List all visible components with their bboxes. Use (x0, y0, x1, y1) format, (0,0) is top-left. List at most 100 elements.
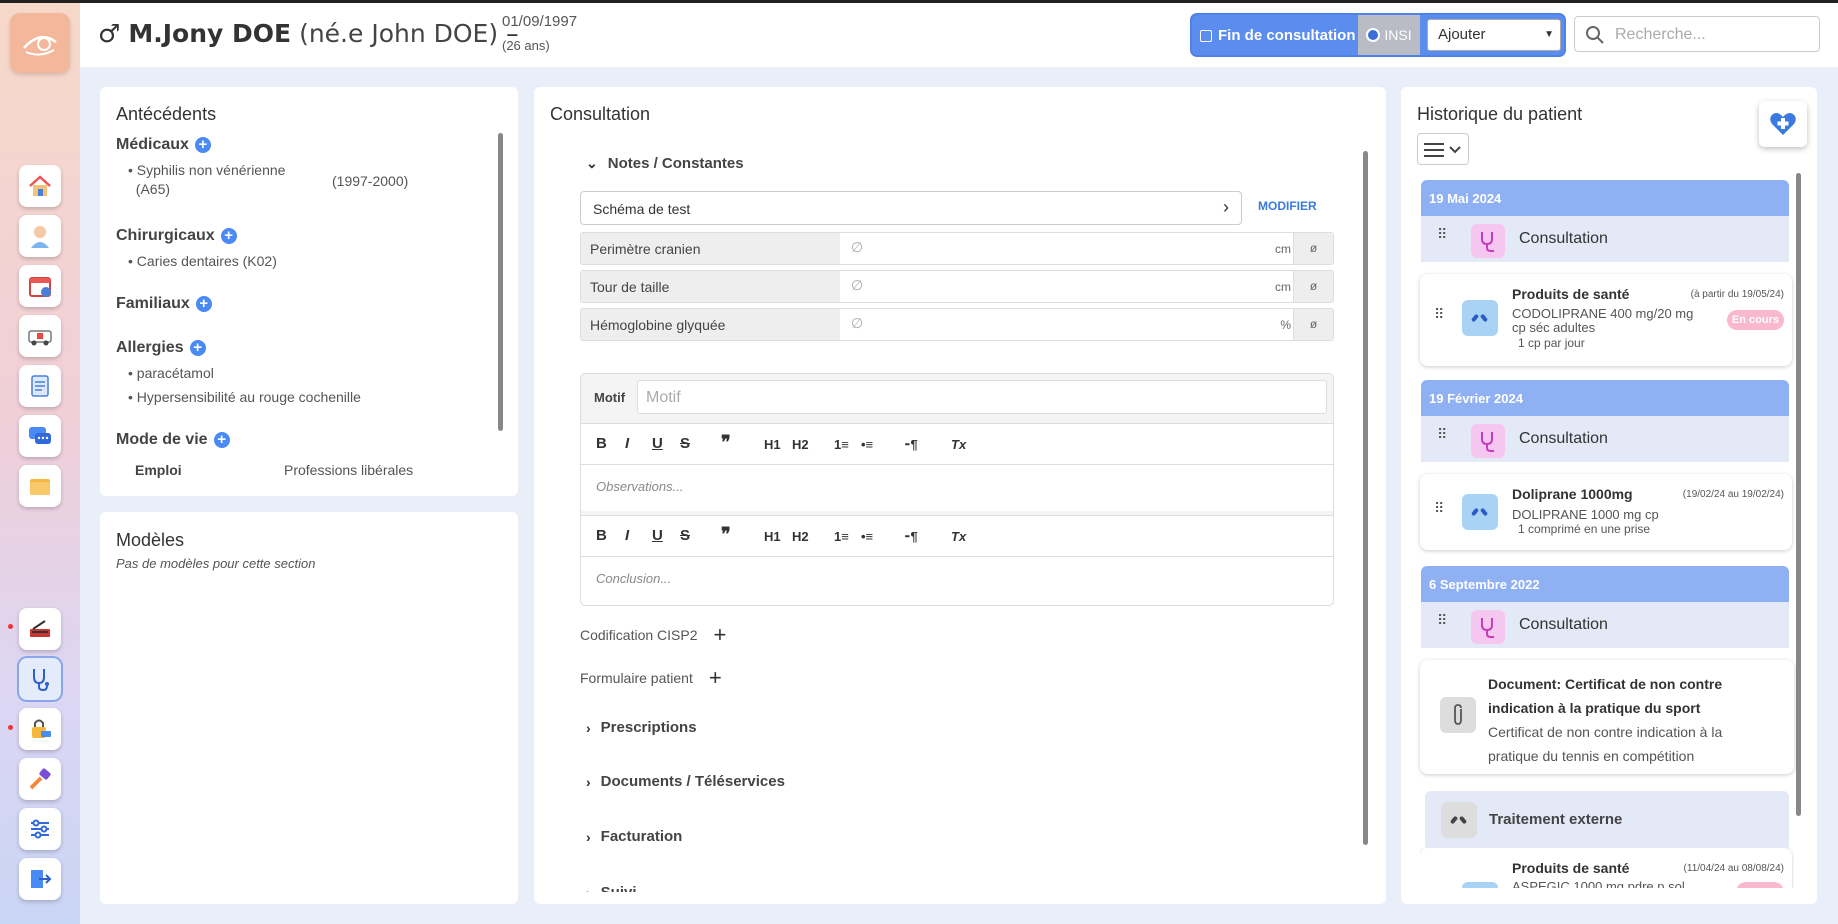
product-card[interactable]: ⠿ Produits de santé (à partir du 19/05/2… (1420, 274, 1792, 366)
italic-button[interactable]: I (625, 527, 629, 544)
paragraph-direction-button[interactable]: ⁃¶ (904, 529, 918, 545)
filter-menu-button[interactable] (1417, 133, 1469, 165)
allergy-item[interactable]: • paracétamol (128, 365, 214, 381)
search-input[interactable]: Recherche... (1574, 16, 1820, 52)
strikethrough-button[interactable]: S (680, 527, 690, 544)
antecedent-item[interactable]: • Syphilis non vénérienne (A65) (128, 161, 285, 199)
documents-section-toggle[interactable]: › Documents / Téléservices (586, 773, 785, 790)
app-logo[interactable] (10, 13, 70, 73)
ajouter-value: Ajouter (1438, 26, 1486, 43)
chat-icon[interactable] (19, 415, 61, 457)
modifier-button[interactable]: MODIFIER (1258, 199, 1317, 213)
checkbox-icon[interactable] (1200, 29, 1212, 42)
fin-consultation-toggle[interactable]: Fin de consultation (1200, 27, 1356, 44)
bold-button[interactable]: B (596, 435, 607, 452)
home-icon[interactable] (19, 165, 61, 207)
antecedents-panel: Antécédents Médicaux + • Syphilis non vén… (100, 87, 518, 496)
history-consultation-row[interactable]: ⠿ Consultation (1421, 602, 1789, 648)
constante-input[interactable]: ∅ (851, 239, 863, 256)
add-familiaux-button[interactable]: + (195, 296, 212, 312)
chevron-right-icon: › (586, 773, 591, 790)
logout-icon[interactable] (19, 858, 61, 900)
bullet-list-button[interactable]: •≡ (861, 437, 873, 452)
bold-button[interactable]: B (596, 527, 607, 544)
add-formulaire-button[interactable]: + (709, 665, 722, 691)
prescriptions-section-toggle[interactable]: › Prescriptions (586, 719, 697, 736)
null-button[interactable]: ø (1293, 233, 1333, 264)
ordered-list-button[interactable]: 1≡ (834, 437, 849, 452)
heading2-button[interactable]: H2 (792, 437, 809, 452)
date-of-birth: 01/09/1997 (502, 13, 578, 30)
ajouter-select[interactable]: Ajouter ▼ (1427, 19, 1561, 51)
null-button[interactable]: ø (1293, 309, 1333, 340)
heading1-button[interactable]: H1 (764, 529, 781, 544)
quote-button[interactable]: ❞ (721, 524, 731, 545)
antecedent-item[interactable]: • Caries dentaires (K02) (128, 253, 277, 269)
heading1-button[interactable]: H1 (764, 437, 781, 452)
ambulance-icon[interactable] (19, 315, 61, 357)
underline-button[interactable]: U (652, 435, 663, 452)
drag-handle-icon[interactable]: ⠿ (1437, 613, 1447, 627)
section-label: Documents / Téléservices (600, 773, 785, 790)
product-card-cut[interactable]: Produits de santé (11/04/24 au 08/08/24)… (1420, 848, 1794, 888)
paragraph-direction-button[interactable]: ⁃¶ (904, 437, 918, 453)
insi-button[interactable]: INSI (1358, 15, 1420, 55)
antecedents-scrollbar[interactable] (498, 133, 503, 431)
drag-handle-icon[interactable]: ⠿ (1437, 227, 1447, 241)
historique-scrollbar[interactable] (1796, 173, 1801, 816)
suivi-section-toggle-cut[interactable]: › Suivi (586, 884, 696, 892)
facturation-section-toggle[interactable]: › Facturation (586, 828, 682, 845)
notes-section-toggle[interactable]: ⌄ Notes / Constantes (586, 155, 744, 172)
add-health-button[interactable] (1759, 101, 1807, 147)
motif-input[interactable]: Motif (637, 380, 1327, 414)
add-chirurgicaux-button[interactable]: + (220, 228, 237, 244)
product-card[interactable]: Produits de santé (11/04/24 au 08/08/24)… (1420, 848, 1792, 888)
product-card[interactable]: ⠿ Doliprane 1000mg (19/02/24 au 19/02/24… (1420, 474, 1792, 550)
constante-input[interactable]: ∅ (851, 277, 863, 294)
null-button[interactable]: ø (1293, 271, 1333, 302)
underline-button[interactable]: U (652, 527, 663, 544)
document-card[interactable]: Document: Certificat de non contre indica… (1420, 660, 1794, 774)
notification-dot (8, 725, 13, 730)
stethoscope-icon[interactable] (19, 658, 61, 700)
folder-icon[interactable] (19, 465, 61, 507)
drag-handle-icon[interactable]: ⠿ (1437, 427, 1447, 441)
lock-icon[interactable] (19, 708, 61, 750)
heading2-button[interactable]: H2 (792, 529, 809, 544)
clear-format-button[interactable]: Tx (951, 437, 966, 452)
calendar-icon[interactable] (19, 265, 61, 307)
schema-select[interactable]: Schéma de test › (580, 191, 1242, 225)
constante-unit: cm (1275, 280, 1291, 294)
clear-format-button[interactable]: Tx (951, 529, 966, 544)
medicaux-label: Médicaux (116, 136, 189, 153)
constante-input[interactable]: ∅ (851, 315, 863, 332)
settings-sliders-icon[interactable] (19, 808, 61, 850)
section-label: Suivi (601, 884, 637, 892)
patient-icon[interactable] (19, 215, 61, 257)
drag-handle-icon[interactable]: ⠿ (1434, 501, 1444, 515)
quote-button[interactable]: ❞ (721, 432, 731, 453)
observations-textarea[interactable]: Observations... (581, 465, 1333, 511)
ordered-list-button[interactable]: 1≡ (834, 529, 849, 544)
add-mode-de-vie-button[interactable]: + (213, 432, 230, 448)
add-cisp2-button[interactable]: + (714, 622, 727, 648)
add-medicaux-button[interactable]: + (194, 137, 211, 153)
history-consultation-row[interactable]: ⠿ Consultation (1421, 416, 1789, 462)
scanner-icon[interactable] (19, 608, 61, 650)
allergy-item[interactable]: • Hypersensibilité au rouge cochenille (128, 389, 361, 405)
product-title: Doliprane 1000mg (1512, 486, 1633, 502)
product-dose: 1 comprimé en une prise (1518, 522, 1651, 536)
drag-handle-icon[interactable]: ⠿ (1434, 307, 1444, 321)
constante-unit: % (1280, 318, 1291, 332)
tools-icon[interactable] (19, 758, 61, 800)
traitement-externe-row[interactable]: Traitement externe (1425, 791, 1789, 851)
history-consultation-row[interactable]: ⠿ Consultation (1421, 216, 1789, 262)
add-allergies-button[interactable]: + (189, 340, 206, 356)
product-line: ASPEGIC 1000 mg pdre p sol (1512, 879, 1685, 888)
conclusion-textarea[interactable]: Conclusion... (581, 557, 1333, 605)
italic-button[interactable]: I (625, 435, 629, 452)
consultation-scrollbar[interactable] (1363, 151, 1368, 845)
bullet-list-button[interactable]: •≡ (861, 529, 873, 544)
document-icon[interactable] (19, 365, 61, 407)
strikethrough-button[interactable]: S (680, 435, 690, 452)
